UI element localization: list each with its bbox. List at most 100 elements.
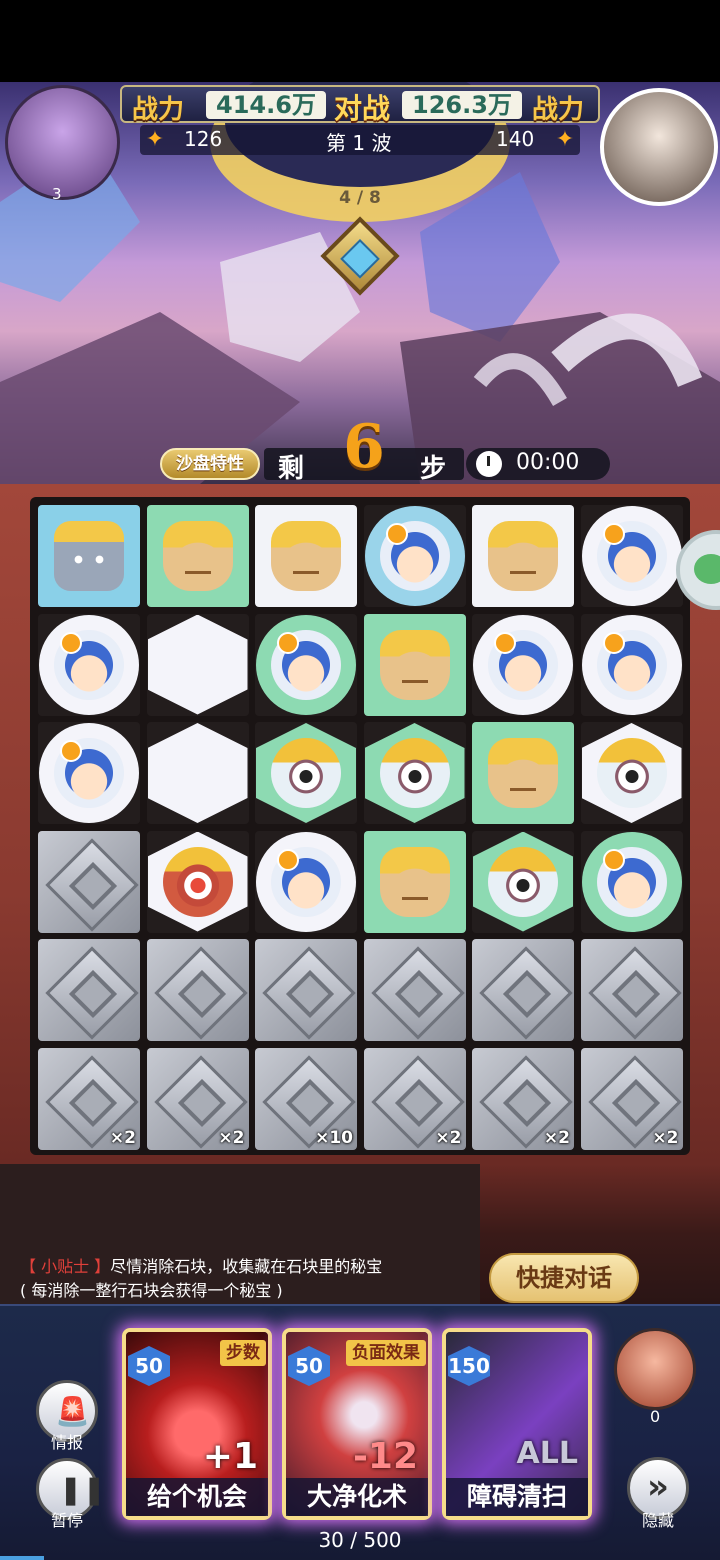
cake-piece-icon — [379, 846, 450, 917]
board-cell[interactable] — [38, 830, 140, 933]
wave-bar: 126 第 1 波 140 — [140, 125, 580, 155]
siren-icon: 🚨 — [55, 1395, 90, 1428]
hide-label: 隐藏 — [641, 1511, 674, 1530]
girl-piece-icon — [54, 629, 124, 700]
girl-piece-icon — [271, 629, 341, 700]
board-cell[interactable] — [146, 830, 249, 933]
power-header: 战力 414.6万 对战 126.3万 战力 — [120, 85, 600, 125]
skill-value: ALL — [516, 1436, 578, 1471]
skill-value: +1 — [202, 1436, 258, 1477]
helper-avatar[interactable] — [614, 1328, 696, 1410]
board-cell[interactable] — [255, 505, 357, 607]
remaining-steps: 剩 6 步 — [264, 412, 464, 484]
skill-value: -12 — [352, 1436, 418, 1477]
girl-piece-icon — [271, 846, 341, 917]
board-cell[interactable] — [580, 830, 683, 933]
girl-piece-icon — [596, 846, 667, 917]
eye-piece-icon — [488, 846, 558, 917]
status-bar-area — [0, 0, 720, 82]
double-chevron-icon: » — [647, 1467, 669, 1507]
board-cell[interactable] — [255, 613, 357, 716]
board-cell[interactable] — [580, 722, 683, 824]
board-cell[interactable] — [363, 505, 466, 607]
board-cell[interactable] — [363, 613, 466, 716]
helper-count: 0 — [650, 1407, 661, 1426]
board-cell[interactable] — [580, 613, 683, 716]
board-cell[interactable] — [580, 939, 683, 1041]
star-icon-left: ✦ — [145, 127, 165, 152]
vs-label: 对战 — [333, 92, 390, 125]
girl-piece-icon — [596, 521, 667, 591]
cake-piece-icon — [162, 521, 233, 591]
board-cell[interactable] — [472, 830, 574, 933]
remaining-prefix: 剩 — [278, 454, 305, 484]
stone-block-icon — [146, 939, 249, 1041]
board-cell[interactable]: ×2 — [146, 1047, 249, 1150]
girl-piece-icon — [379, 521, 450, 591]
stone-block-icon — [472, 939, 574, 1041]
stars-right: 140 — [496, 127, 535, 151]
timer: 00:00 — [466, 448, 610, 480]
wave-label: 第 1 波 — [326, 131, 392, 155]
board-cell[interactable] — [146, 613, 249, 716]
tip-text-1: 尽情消除石块，收集藏在石块里的秘宝 — [110, 1257, 383, 1276]
girl-piece-icon — [596, 629, 667, 700]
eye-piece-icon — [379, 738, 450, 808]
skill-name: 给个机会 — [126, 1478, 268, 1516]
player-avatar[interactable] — [5, 85, 120, 200]
opponent-avatar[interactable] — [600, 88, 718, 206]
quick-chat-button[interactable]: 快捷对话 — [489, 1253, 639, 1303]
skill-card-clear-obstacles[interactable]: 150 ALL 障碍清扫 — [442, 1328, 592, 1520]
board-cell[interactable]: ×2 — [363, 1047, 466, 1150]
stone-multiplier: ×2 — [218, 1127, 245, 1148]
skill-card-purify[interactable]: 50 负面效果 -12 大净化术 — [282, 1328, 432, 1520]
board-cell[interactable] — [472, 505, 574, 607]
board-cell[interactable] — [363, 939, 466, 1041]
tip-line-1: 【 小贴士 】尽情消除石块，收集藏在石块里的秘宝 — [20, 1253, 382, 1277]
board-cell[interactable] — [146, 505, 249, 607]
star-icon-right: ✦ — [555, 127, 575, 152]
board-cell[interactable] — [38, 613, 140, 716]
board-cell[interactable] — [146, 722, 249, 824]
board-cell[interactable] — [146, 939, 249, 1041]
board-cell[interactable] — [363, 830, 466, 933]
board-cell[interactable] — [38, 722, 140, 824]
board-cell[interactable] — [472, 613, 574, 716]
eye-piece-icon — [596, 738, 667, 808]
alarm-clock-icon — [476, 451, 502, 477]
board-cell[interactable] — [255, 939, 357, 1041]
stone-multiplier: ×10 — [315, 1127, 353, 1148]
board-cell[interactable]: ×2 — [472, 1047, 574, 1150]
board-cell[interactable] — [363, 722, 466, 824]
board-cell[interactable] — [38, 505, 140, 607]
board-cell[interactable] — [472, 722, 574, 824]
cake-piece-icon — [379, 629, 450, 700]
energy-counter: 30 / 500 — [318, 1528, 402, 1552]
power-value-left: 414.6万 — [206, 91, 326, 119]
skill-card-extra-step[interactable]: 50 步数 +1 给个机会 — [122, 1328, 272, 1520]
cake-piece-icon — [271, 521, 341, 591]
board-cell[interactable] — [255, 722, 357, 824]
stone-multiplier: ×2 — [543, 1127, 570, 1148]
pause-icon: ❚❚ — [59, 1473, 106, 1506]
stone-multiplier: ×2 — [109, 1127, 136, 1148]
timer-value: 00:00 — [516, 450, 580, 475]
board-cell[interactable]: ×2 — [38, 1047, 140, 1150]
intel-label: 情报 — [50, 1433, 83, 1452]
cake-piece-icon — [488, 521, 558, 591]
remaining-steps-count: 6 — [343, 412, 385, 482]
sandbox-feature-button[interactable]: 沙盘特性 — [160, 448, 260, 480]
remaining-suffix: 步 — [420, 454, 447, 484]
heart-piece-icon — [162, 846, 233, 917]
wave-progress: 4 / 8 — [339, 188, 381, 208]
board-cell[interactable] — [580, 505, 683, 607]
board-cell[interactable]: ×10 — [255, 1047, 357, 1150]
stone-block-icon — [38, 939, 140, 1041]
board-cell[interactable] — [472, 939, 574, 1041]
cake-piece-icon — [488, 738, 558, 808]
board-cell[interactable] — [38, 939, 140, 1041]
board-cell[interactable]: ×2 — [580, 1047, 683, 1150]
home-indicator — [0, 1556, 44, 1560]
match-board: ×2 ×2 ×10 ×2 ×2 ×2 — [30, 497, 690, 1155]
board-cell[interactable] — [255, 830, 357, 933]
